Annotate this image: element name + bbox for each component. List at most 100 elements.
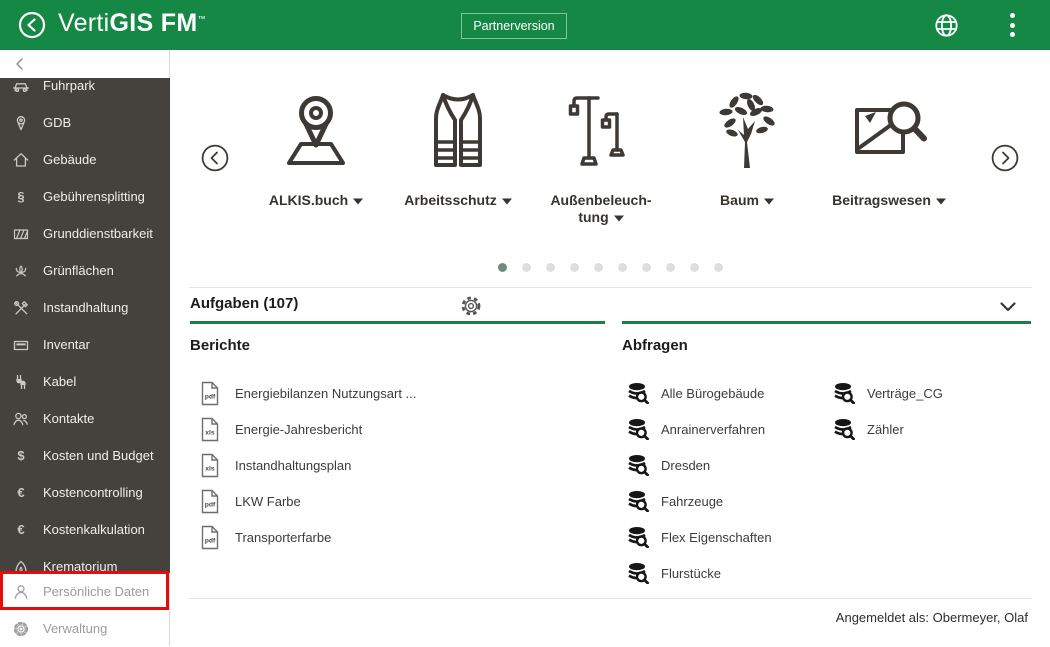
carousel-dot-9[interactable] bbox=[690, 263, 699, 272]
app-header: VertiGIS FM™ Partnerversion bbox=[0, 0, 1050, 50]
sidebar-item-label: Inventar bbox=[43, 337, 90, 352]
tree-icon[interactable] bbox=[682, 78, 812, 186]
sidebar-item-grunddienstbarkeit[interactable]: Grunddienstbarkeit bbox=[0, 215, 170, 252]
kebab-menu-icon[interactable] bbox=[1007, 13, 1017, 37]
gear-icon bbox=[12, 620, 30, 638]
sidebar-list: Fuhrpark GDB Gebäude§GebührensplittingGrun… bbox=[0, 78, 170, 573]
query-item-anrainerverfahren[interactable]: Anrainerverfahren bbox=[627, 411, 772, 447]
sidebar-item-geb-ude[interactable]: Gebäude bbox=[0, 141, 170, 178]
report-label: Energie-Jahresbericht bbox=[235, 422, 362, 437]
query-item-alle-b-rogeb-ude[interactable]: Alle Bürogebäude bbox=[627, 375, 772, 411]
sidebar-item-fuhrpark[interactable]: Fuhrpark bbox=[0, 78, 170, 104]
sidebar-item-label: Instandhaltung bbox=[43, 300, 128, 315]
sidebar-item-verwaltung[interactable]: Verwaltung bbox=[0, 610, 170, 647]
back-circle-icon[interactable] bbox=[17, 10, 47, 40]
xls-file-icon: xls bbox=[199, 453, 221, 478]
carousel-dot-1[interactable] bbox=[498, 263, 507, 272]
report-item-lkw-farbe[interactable]: pdfLKW Farbe bbox=[199, 483, 416, 519]
sidebar-item-label: Verwaltung bbox=[43, 621, 107, 636]
query-label: Zähler bbox=[867, 422, 904, 437]
queries-column-1: Alle Bürogebäude Anrainerverfahren Dresden… bbox=[627, 375, 772, 591]
carousel-dot-7[interactable] bbox=[642, 263, 651, 272]
carousel-dot-4[interactable] bbox=[570, 263, 579, 272]
report-item-energie-jahresbericht[interactable]: xlsEnergie-Jahresbericht bbox=[199, 411, 416, 447]
reports-list: pdfEnergiebilanzen Nutzungsart ...xlsEne… bbox=[199, 375, 416, 555]
module-label: Arbeitsschutz bbox=[404, 192, 497, 208]
module-label-dropdown[interactable]: ALKIS.buch bbox=[251, 192, 381, 209]
partner-version-button[interactable]: Partnerversion bbox=[461, 13, 567, 39]
sidebar-item-instandhaltung[interactable]: Instandhaltung bbox=[0, 289, 170, 326]
module-label: Baum bbox=[720, 192, 759, 208]
carousel-dot-3[interactable] bbox=[546, 263, 555, 272]
carousel-next-button[interactable] bbox=[990, 143, 1020, 173]
sidebar-item-kostencontrolling[interactable]: €Kostencontrolling bbox=[0, 474, 170, 511]
sidebar-modules-panel: Fuhrpark GDB Gebäude§GebührensplittingGrun… bbox=[0, 78, 170, 573]
query-item-z-hler[interactable]: Zähler bbox=[833, 411, 943, 447]
map-search-icon[interactable] bbox=[824, 78, 954, 186]
module-beitragswesen[interactable]: Beitragswesen bbox=[824, 78, 954, 209]
chevron-down-icon[interactable] bbox=[999, 300, 1017, 312]
flame-icon bbox=[12, 558, 30, 574]
sidebar-item-kontakte[interactable]: Kontakte bbox=[0, 400, 170, 437]
sidebar-item-label: Kontakte bbox=[43, 411, 94, 426]
safety-vest-icon[interactable] bbox=[393, 78, 523, 186]
app-logo: VertiGIS FM™ bbox=[58, 9, 206, 38]
street-lamp-icon[interactable] bbox=[536, 78, 666, 186]
divider bbox=[189, 287, 1032, 288]
report-item-transporterfarbe[interactable]: pdfTransporterfarbe bbox=[199, 519, 416, 555]
query-item-dresden[interactable]: Dresden bbox=[627, 447, 772, 483]
module-label: Beitragswesen bbox=[832, 192, 931, 208]
query-search-icon bbox=[627, 418, 649, 440]
main-content: ALKIS.buch Arbeitsschutz Außenbeleuch-tung… bbox=[171, 50, 1050, 646]
sidebar-item-gdb[interactable]: GDB bbox=[0, 104, 170, 141]
carousel-dot-8[interactable] bbox=[666, 263, 675, 272]
sidebar-item-pers-nliche-daten[interactable]: Persönliche Daten bbox=[0, 573, 170, 610]
query-item-flex-eigenschaften[interactable]: Flex Eigenschaften bbox=[627, 519, 772, 555]
collapse-sidebar-icon[interactable] bbox=[13, 56, 29, 72]
map-pin-map-icon[interactable] bbox=[251, 78, 381, 186]
euro-icon: € bbox=[12, 484, 30, 502]
green-underline bbox=[190, 321, 605, 324]
sidebar-item-kostenkalkulation[interactable]: €Kostenkalkulation bbox=[0, 511, 170, 548]
query-search-icon bbox=[627, 490, 649, 512]
dropdown-arrow-icon bbox=[502, 192, 512, 209]
module-baum[interactable]: Baum bbox=[682, 78, 812, 209]
sidebar-item-kabel[interactable]: Kabel bbox=[0, 363, 170, 400]
carousel-dot-5[interactable] bbox=[594, 263, 603, 272]
dropdown-arrow-icon bbox=[764, 192, 774, 209]
sidebar-item-label: GDB bbox=[43, 115, 71, 130]
easement-icon bbox=[12, 225, 30, 243]
module-label-dropdown[interactable]: Außenbeleuch-tung bbox=[536, 192, 666, 226]
dropdown-arrow-icon bbox=[614, 209, 624, 226]
report-label: Energiebilanzen Nutzungsart ... bbox=[235, 386, 416, 401]
sidebar-item-inventar[interactable]: Inventar bbox=[0, 326, 170, 363]
carousel-dot-2[interactable] bbox=[522, 263, 531, 272]
sidebar-item-kosten-und-budget[interactable]: $Kosten und Budget bbox=[0, 437, 170, 474]
query-item-flurst-cke[interactable]: Flurstücke bbox=[627, 555, 772, 591]
globe-icon[interactable] bbox=[933, 12, 960, 39]
query-item-fahrzeuge[interactable]: Fahrzeuge bbox=[627, 483, 772, 519]
module-arbeitsschutz[interactable]: Arbeitsschutz bbox=[393, 78, 523, 209]
settings-gear-icon[interactable] bbox=[459, 294, 483, 318]
module-label-dropdown[interactable]: Baum bbox=[682, 192, 812, 209]
sidebar-item-geb-hrensplitting[interactable]: §Gebührensplitting bbox=[0, 178, 170, 215]
carousel-dot-6[interactable] bbox=[618, 263, 627, 272]
sidebar-item-gr-nfl-chen[interactable]: Grünflächen bbox=[0, 252, 170, 289]
home-icon bbox=[12, 151, 30, 169]
carousel-dot-10[interactable] bbox=[714, 263, 723, 272]
svg-text:xls: xls bbox=[205, 465, 215, 472]
module-label-dropdown[interactable]: Beitragswesen bbox=[824, 192, 954, 209]
sidebar-item-krematorium[interactable]: Krematorium bbox=[0, 548, 170, 573]
report-item-instandhaltungsplan[interactable]: xlsInstandhaltungsplan bbox=[199, 447, 416, 483]
module-label: Außenbeleuch-tung bbox=[550, 192, 651, 225]
query-item-vertr-ge-cg[interactable]: Verträge_CG bbox=[833, 375, 943, 411]
module-au-enbeleuch-tung[interactable]: Außenbeleuch-tung bbox=[536, 78, 666, 226]
query-label: Anrainerverfahren bbox=[661, 422, 765, 437]
report-item-energiebilanzen-nutzungsart[interactable]: pdfEnergiebilanzen Nutzungsart ... bbox=[199, 375, 416, 411]
module-alkis-buch[interactable]: ALKIS.buch bbox=[251, 78, 381, 209]
carousel-prev-button[interactable] bbox=[200, 143, 230, 173]
module-label-dropdown[interactable]: Arbeitsschutz bbox=[393, 192, 523, 209]
svg-text:pdf: pdf bbox=[205, 537, 216, 544]
sidebar-footer: Persönliche Daten Verwaltung bbox=[0, 573, 170, 647]
contacts-icon bbox=[12, 410, 30, 428]
